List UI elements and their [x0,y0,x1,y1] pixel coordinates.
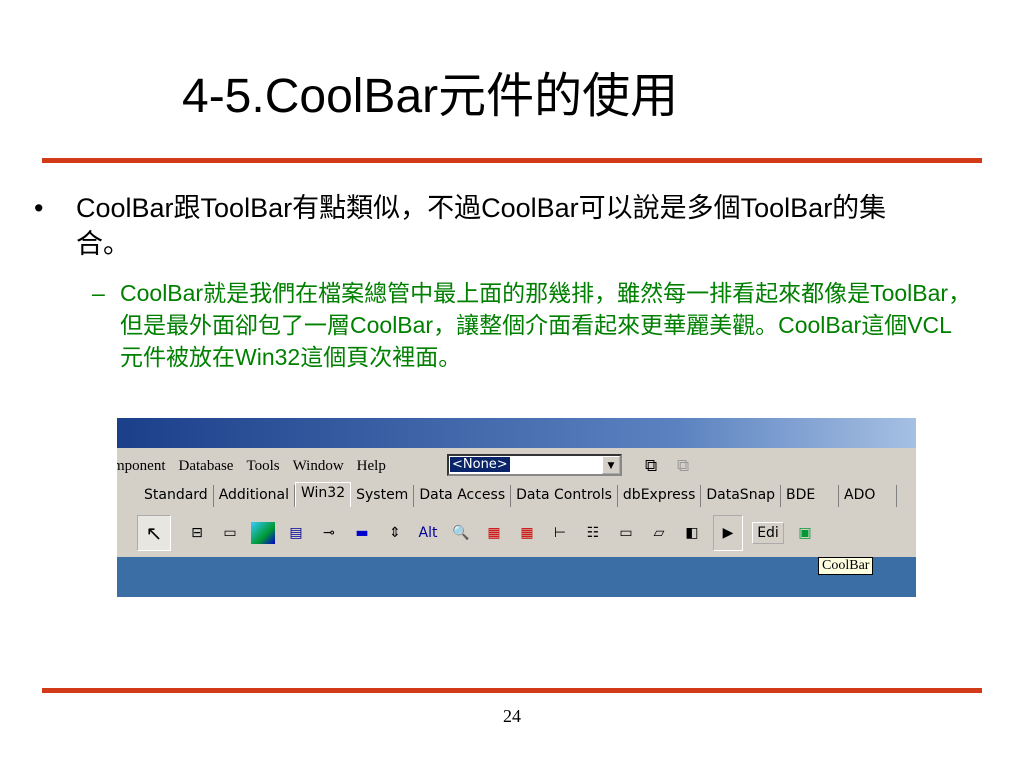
imagelist-icon[interactable] [251,522,275,544]
bullet-text: CoolBar跟ToolBar有點類似，不過CoolBar可以說是多個ToolB… [76,193,887,259]
treeview-icon[interactable]: ⊢ [548,522,572,544]
chevron-down-icon[interactable]: ▼ [602,456,620,474]
tab-standard[interactable]: Standard [139,485,214,507]
combo-value: <None> [450,457,510,472]
top-rule [42,158,982,163]
tab-win32[interactable]: Win32 [294,482,352,507]
coolbar-icon[interactable]: ▶ [713,515,743,551]
next-window-icon[interactable]: ⧉ [677,456,689,476]
animate-icon[interactable]: 🔍 [449,522,473,544]
pagescroller-button[interactable]: Edi [752,522,784,544]
pagecontrol-icon[interactable]: ▭ [218,522,242,544]
tabcontrol-icon[interactable]: ⊟ [185,522,209,544]
bullet-marker: • [34,193,44,223]
window-list-icon[interactable]: ⧉ [645,456,657,476]
tab-ado[interactable]: ADO [839,485,898,507]
tab-additional[interactable]: Additional [213,485,295,507]
menu-database[interactable]: Database [179,458,234,475]
menu-bar: mponent Database Tools Window Help [117,450,399,482]
datetimepicker-icon[interactable]: ▦ [482,522,506,544]
toolbar-icon[interactable]: ◧ [680,522,704,544]
comboboxex-icon[interactable]: ▣ [793,522,817,544]
progressbar-icon[interactable]: ▬ [350,522,374,544]
monthcalendar-icon[interactable]: ▦ [515,522,539,544]
menu-help[interactable]: Help [357,458,386,475]
ide-screenshot: mponent Database Tools Window Help <None… [117,418,916,597]
statusbar-icon[interactable]: ▱ [647,522,671,544]
bullet-1: • CoolBar跟ToolBar有點類似，不過CoolBar可以說是多個Too… [34,190,934,262]
tab-data-access[interactable]: Data Access [414,485,512,507]
tab-dbexpress[interactable]: dbExpress [617,485,702,507]
tab-data-controls[interactable]: Data Controls [511,485,618,507]
slide-title: 4-5.CoolBar元件的使用 [182,70,679,123]
page-number: 24 [503,706,521,726]
tab-bde[interactable]: BDE [781,485,840,507]
component-palette: ↖ ⊟ ▭ ▤ ⊸ ▬ ⇕ Alt 🔍 ▦ ▦ ⊢ ☷ ▭ ▱ ◧ ▶ Edi … [137,512,826,554]
sub-bullet-text: CoolBar就是我們在檔案總管中最上面的那幾排，雖然每一排看起來都像是Tool… [120,280,972,370]
richedit-icon[interactable]: ▤ [284,522,308,544]
pointer-icon[interactable]: ↖ [137,515,171,551]
component-combo[interactable]: <None> ▼ [447,454,622,476]
listview-icon[interactable]: ☷ [581,522,605,544]
menu-tools[interactable]: Tools [246,458,279,475]
header-icon[interactable]: ▭ [614,522,638,544]
tooltip: CoolBar [818,557,874,575]
trackbar-icon[interactable]: ⊸ [317,522,341,544]
menu-component[interactable]: mponent [117,458,166,475]
tab-datasnap[interactable]: DataSnap [701,485,782,507]
tab-system[interactable]: System [351,485,415,507]
bottom-rule [42,688,982,693]
updown-icon[interactable]: ⇕ [383,522,407,544]
menu-window[interactable]: Window [293,458,344,475]
sub-bullet-marker: – [92,280,105,306]
sub-bullet: – CoolBar就是我們在檔案總管中最上面的那幾排，雖然每一排看起來都像是To… [92,277,972,373]
hotkey-icon[interactable]: Alt [416,522,440,544]
desktop-area [117,557,916,597]
palette-tabs: Standard Additional Win32 System Data Ac… [139,482,898,507]
title-bar [117,418,916,448]
